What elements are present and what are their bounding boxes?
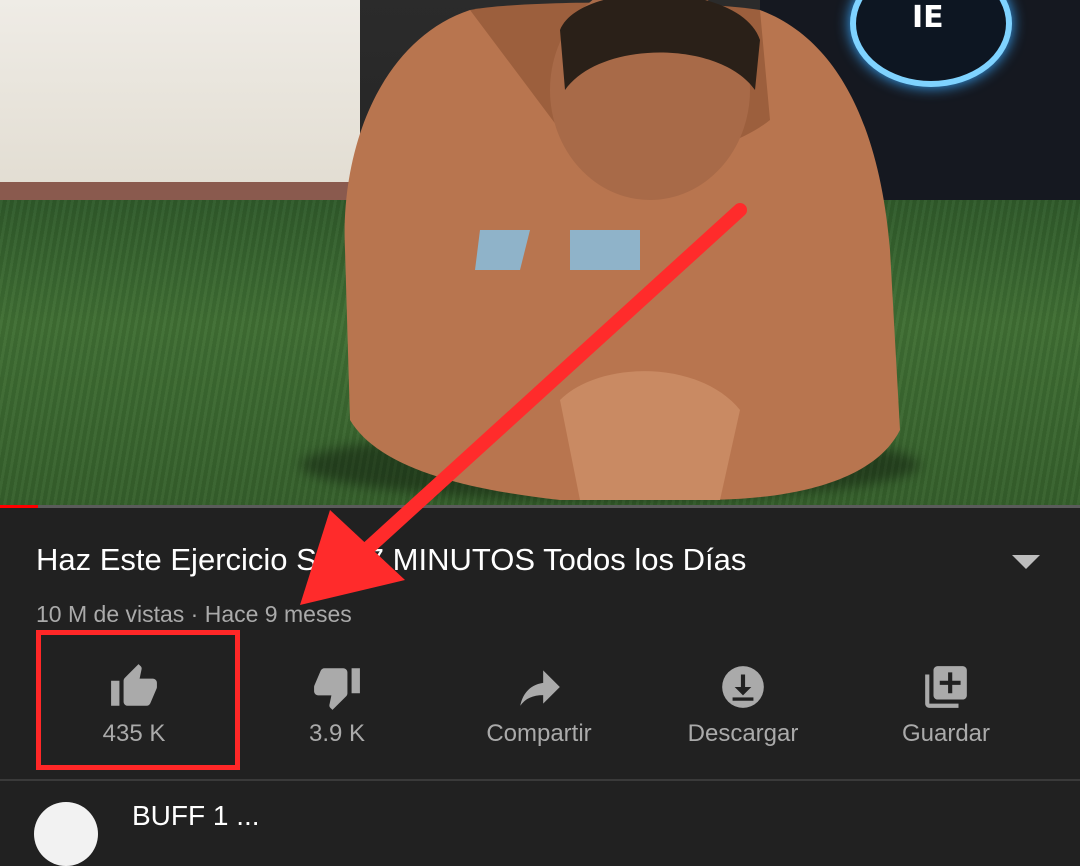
annotation-arrow: [300, 203, 747, 605]
